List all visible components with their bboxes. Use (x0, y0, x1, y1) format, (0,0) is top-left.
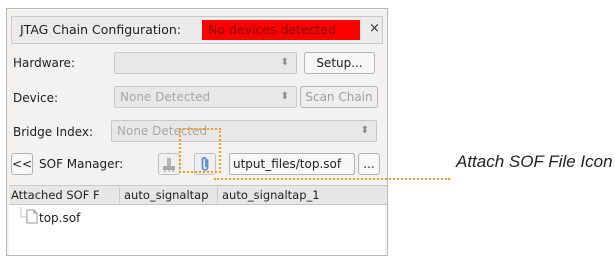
status-badge: No devices detected (202, 20, 360, 40)
close-icon[interactable]: × (369, 21, 380, 36)
tab-divider (119, 188, 120, 203)
sof-file-path-input[interactable]: utput_files/top.sof (229, 153, 355, 175)
setup-button[interactable]: Setup... (304, 52, 375, 74)
device-value: None Detected (120, 90, 211, 104)
hardware-select[interactable]: ⬍ (114, 52, 297, 74)
tab-auto-signaltap[interactable]: auto_signaltap (124, 187, 216, 203)
sof-manager-label: SOF Manager: (39, 157, 124, 171)
device-select[interactable]: None Detected ⬍ (114, 86, 297, 108)
panel-title: JTAG Chain Configuration: (20, 22, 182, 37)
sof-tab-bar: Attached SOF F auto_signaltap auto_signa… (9, 185, 387, 205)
callout-leader-line (214, 178, 450, 180)
device-label: Device: (13, 91, 59, 105)
highlight-box (179, 128, 221, 173)
tab-auto-signaltap-1[interactable]: auto_signaltap_1 (222, 187, 357, 203)
file-icon (26, 209, 38, 224)
bridge-index-label: Bridge Index: (13, 125, 94, 139)
spinner-icon: ⬍ (280, 91, 289, 102)
tree-item-file[interactable]: top.sof (39, 211, 80, 225)
scan-chain-button[interactable]: Scan Chain (300, 86, 378, 108)
collapse-button[interactable]: << (11, 153, 33, 175)
bridge-index-select[interactable]: None Detected ⬍ (111, 120, 377, 142)
program-device-icon (163, 158, 175, 172)
tab-attached-sof[interactable]: Attached SOF F (11, 187, 118, 203)
callout-label: Attach SOF File Icon (456, 152, 613, 171)
jtag-header: JTAG Chain Configuration: No devices det… (11, 16, 383, 44)
tab-divider (217, 188, 218, 203)
program-device-button[interactable] (158, 153, 180, 175)
spinner-icon: ⬍ (360, 125, 369, 136)
spinner-icon: ⬍ (280, 57, 289, 68)
sof-file-tree: top.sof (9, 205, 385, 255)
hardware-label: Hardware: (13, 56, 75, 70)
browse-button[interactable]: ... (358, 153, 380, 175)
